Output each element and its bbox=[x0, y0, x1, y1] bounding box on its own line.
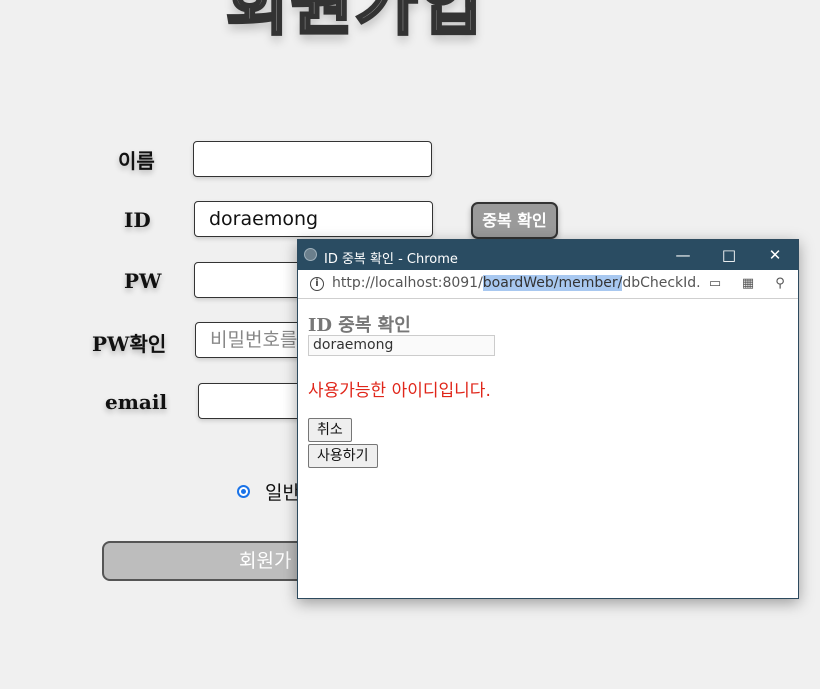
name-field[interactable] bbox=[193, 141, 432, 177]
member-type-radio-label: 일반 bbox=[265, 482, 300, 504]
url-selected: boardWeb/member/ bbox=[482, 275, 623, 291]
id-label: ID bbox=[124, 208, 151, 232]
id-field[interactable]: doraemong bbox=[194, 201, 433, 237]
zoom-icon[interactable]: ⚲ bbox=[771, 275, 789, 293]
url-text[interactable]: http://localhost:8091/boardWeb/member/db… bbox=[332, 275, 700, 291]
name-label: 이름 bbox=[118, 149, 155, 173]
popup-window-title: ID 중복 확인 - Chrome bbox=[324, 252, 458, 267]
close-icon[interactable]: ✕ bbox=[752, 240, 798, 270]
url-suffix: dbCheckId.do?u bbox=[622, 275, 700, 291]
page-title: 회원가입 bbox=[224, 0, 485, 45]
cast-icon[interactable]: ▭ bbox=[706, 275, 724, 293]
qr-code-icon[interactable]: ▦ bbox=[739, 275, 757, 293]
id-check-popup-window: ID 중복 확인 - Chrome — □ ✕ i http://localho… bbox=[297, 239, 799, 599]
cancel-button[interactable]: 취소 bbox=[308, 418, 352, 442]
globe-icon bbox=[304, 248, 317, 261]
pw-confirm-label: PW확인 bbox=[92, 332, 167, 356]
pw-label: PW bbox=[124, 269, 162, 293]
info-icon[interactable]: i bbox=[310, 277, 324, 291]
email-field[interactable] bbox=[198, 383, 305, 419]
popup-titlebar: ID 중복 확인 - Chrome — □ ✕ bbox=[298, 240, 798, 270]
address-bar[interactable]: i http://localhost:8091/boardWeb/member/… bbox=[298, 270, 798, 299]
popup-content: ID 중복 확인 doraemong 사용가능한 아이디입니다. 취소 사용하기 bbox=[298, 299, 798, 598]
popup-id-input[interactable]: doraemong bbox=[308, 335, 495, 356]
email-label: email bbox=[105, 390, 168, 414]
availability-message: 사용가능한 아이디입니다. bbox=[308, 381, 491, 401]
use-id-button[interactable]: 사용하기 bbox=[308, 444, 378, 468]
minimize-icon[interactable]: — bbox=[660, 240, 706, 270]
pw-confirm-field[interactable]: 비밀번호를 bbox=[195, 322, 305, 358]
pw-field[interactable] bbox=[194, 262, 304, 298]
maximize-icon[interactable]: □ bbox=[706, 240, 752, 270]
popup-heading: ID 중복 확인 bbox=[308, 315, 411, 336]
url-prefix: http://localhost:8091/ bbox=[332, 275, 483, 291]
dup-check-button[interactable]: 중복 확인 bbox=[471, 202, 558, 239]
member-type-radio[interactable] bbox=[237, 485, 250, 498]
